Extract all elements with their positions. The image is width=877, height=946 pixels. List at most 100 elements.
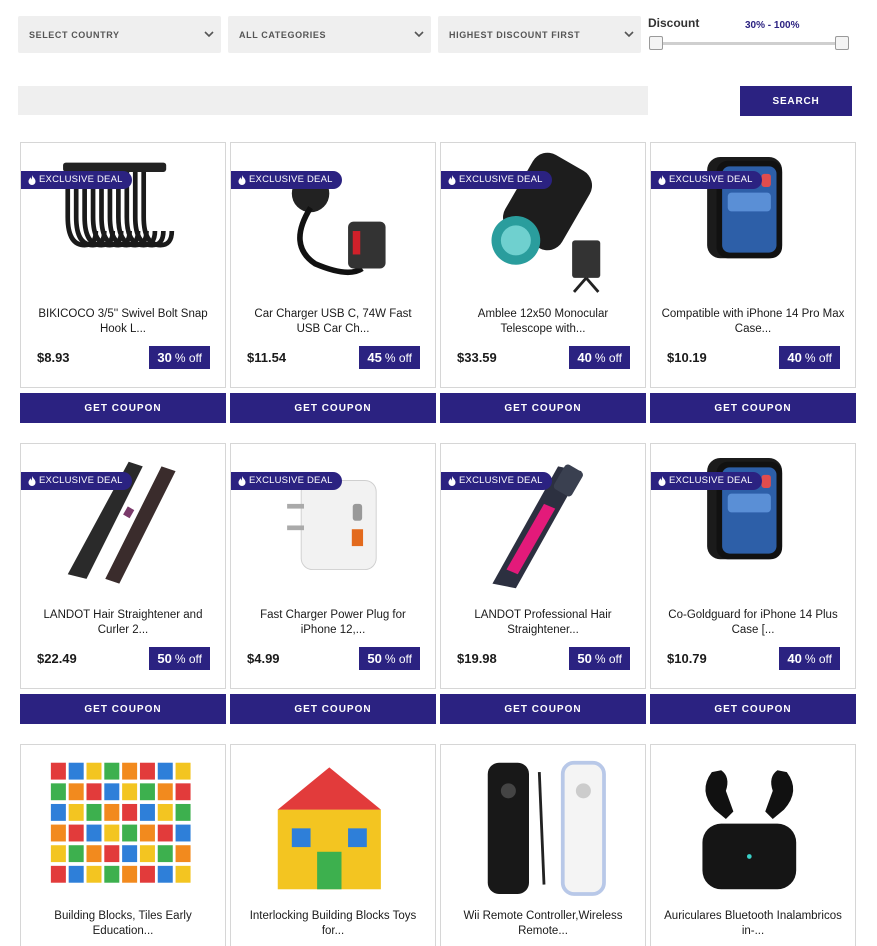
discount-badge: 50 % off	[569, 647, 630, 670]
flame-icon	[658, 175, 666, 185]
product-card-body[interactable]: Wii Remote Controller,Wireless Remote...	[440, 744, 646, 946]
badge-label: EXCLUSIVE DEAL	[459, 475, 543, 486]
badge-label: EXCLUSIVE DEAL	[249, 174, 333, 185]
product-card-body[interactable]: EXCLUSIVE DEAL Fast Charger Power Plug f…	[230, 443, 436, 689]
product-name[interactable]: BIKICOCO 3/5'' Swivel Bolt Snap Hook L..…	[31, 307, 215, 337]
product-price: $33.59	[457, 350, 497, 365]
product-name[interactable]: Compatible with iPhone 14 Pro Max Case..…	[661, 307, 845, 337]
discount-title: Discount	[648, 16, 700, 30]
sort-select[interactable]: HIGHEST DISCOUNT FIRST	[438, 16, 641, 53]
discount-value: 50	[367, 651, 382, 666]
product-price: $4.99	[247, 651, 280, 666]
product-price: $11.54	[247, 350, 287, 365]
product-card: EXCLUSIVE DEAL BIKICOCO 3/5'' Swivel Bol…	[20, 142, 226, 423]
sort-select-label: HIGHEST DISCOUNT FIRST	[449, 29, 581, 40]
category-select[interactable]: ALL CATEGORIES	[228, 16, 431, 53]
product-name[interactable]: Amblee 12x50 Monocular Telescope with...	[451, 307, 635, 337]
product-card-body[interactable]: EXCLUSIVE DEAL LANDOT Hair Straightener …	[20, 443, 226, 689]
product-name[interactable]: Car Charger USB C, 74W Fast USB Car Ch..…	[241, 307, 425, 337]
product-name[interactable]: Interlocking Building Blocks Toys for...	[241, 909, 425, 939]
exclusive-deal-badge: EXCLUSIVE DEAL	[651, 171, 762, 189]
wii-remote-image	[469, 751, 619, 901]
product-card-body[interactable]: Auriculares Bluetooth Inalambricos in-..…	[650, 744, 856, 946]
flame-icon	[658, 476, 666, 486]
exclusive-deal-badge: EXCLUSIVE DEAL	[21, 171, 132, 189]
discount-suffix: % off	[384, 651, 412, 666]
discount-badge: 30 % off	[149, 346, 210, 369]
get-coupon-button[interactable]: GET COUPON	[650, 694, 856, 724]
chevron-down-icon	[414, 31, 424, 38]
product-card: EXCLUSIVE DEAL LANDOT Hair Straightener …	[20, 443, 226, 724]
discount-suffix: % off	[174, 651, 202, 666]
flame-icon	[28, 175, 36, 185]
product-card-body[interactable]: EXCLUSIVE DEAL Compatible with iPhone 14…	[650, 142, 856, 388]
product-name[interactable]: Auriculares Bluetooth Inalambricos in-..…	[661, 909, 845, 939]
discount-suffix: % off	[384, 350, 412, 365]
get-coupon-button[interactable]: GET COUPON	[20, 393, 226, 423]
flame-icon	[28, 476, 36, 486]
product-card-body[interactable]: EXCLUSIVE DEAL BIKICOCO 3/5'' Swivel Bol…	[20, 142, 226, 388]
product-name[interactable]: LANDOT Professional Hair Straightener...	[451, 608, 635, 638]
product-price: $22.49	[37, 651, 77, 666]
product-card-body[interactable]: EXCLUSIVE DEAL Co-Goldguard for iPhone 1…	[650, 443, 856, 689]
product-card-body[interactable]: EXCLUSIVE DEAL Amblee 12x50 Monocular Te…	[440, 142, 646, 388]
product-price: $19.98	[457, 651, 497, 666]
discount-suffix: % off	[594, 651, 622, 666]
badge-label: EXCLUSIVE DEAL	[249, 475, 333, 486]
chevron-down-icon	[624, 31, 634, 38]
get-coupon-button[interactable]: GET COUPON	[440, 694, 646, 724]
product-price: $10.19	[667, 350, 707, 365]
product-card-body[interactable]: EXCLUSIVE DEAL Car Charger USB C, 74W Fa…	[230, 142, 436, 388]
product-card: Interlocking Building Blocks Toys for...	[230, 744, 436, 946]
search-input[interactable]	[18, 86, 648, 115]
discount-badge: 45 % off	[359, 346, 420, 369]
discount-value: 30	[157, 350, 172, 365]
exclusive-deal-badge: EXCLUSIVE DEAL	[21, 472, 132, 490]
get-coupon-button[interactable]: GET COUPON	[230, 393, 436, 423]
product-card-body[interactable]: Interlocking Building Blocks Toys for...	[230, 744, 436, 946]
product-card: Auriculares Bluetooth Inalambricos in-..…	[650, 744, 856, 946]
get-coupon-button[interactable]: GET COUPON	[20, 694, 226, 724]
discount-badge: 40 % off	[779, 647, 840, 670]
get-coupon-button[interactable]: GET COUPON	[230, 694, 436, 724]
search-button[interactable]: SEARCH	[740, 86, 852, 116]
discount-suffix: % off	[804, 651, 832, 666]
exclusive-deal-badge: EXCLUSIVE DEAL	[651, 472, 762, 490]
discount-min-handle[interactable]	[649, 36, 663, 50]
exclusive-deal-badge: EXCLUSIVE DEAL	[231, 171, 342, 189]
product-name[interactable]: LANDOT Hair Straightener and Curler 2...	[31, 608, 215, 638]
product-card: Wii Remote Controller,Wireless Remote...	[440, 744, 646, 946]
category-select-label: ALL CATEGORIES	[239, 29, 327, 40]
flame-icon	[448, 175, 456, 185]
product-card: EXCLUSIVE DEAL Compatible with iPhone 14…	[650, 142, 856, 423]
exclusive-deal-badge: EXCLUSIVE DEAL	[441, 472, 552, 490]
product-price: $10.79	[667, 651, 707, 666]
product-card: EXCLUSIVE DEAL Fast Charger Power Plug f…	[230, 443, 436, 724]
discount-slider-track[interactable]	[656, 42, 842, 45]
product-name[interactable]: Co-Goldguard for iPhone 14 Plus Case [..…	[661, 608, 845, 638]
get-coupon-button[interactable]: GET COUPON	[650, 393, 856, 423]
get-coupon-button[interactable]: GET COUPON	[440, 393, 646, 423]
building-tiles-image	[49, 751, 199, 901]
discount-max-handle[interactable]	[835, 36, 849, 50]
badge-label: EXCLUSIVE DEAL	[669, 174, 753, 185]
discount-suffix: % off	[174, 350, 202, 365]
product-name[interactable]: Building Blocks, Tiles Early Education..…	[31, 909, 215, 939]
product-name[interactable]: Wii Remote Controller,Wireless Remote...	[451, 909, 635, 939]
country-select[interactable]: SELECT COUNTRY	[18, 16, 221, 53]
product-card: Building Blocks, Tiles Early Education..…	[20, 744, 226, 946]
flame-icon	[238, 476, 246, 486]
filter-bar: SELECT COUNTRY ALL CATEGORIES HIGHEST DI…	[18, 16, 641, 53]
badge-label: EXCLUSIVE DEAL	[39, 475, 123, 486]
discount-value: 40	[787, 350, 802, 365]
product-card-body[interactable]: Building Blocks, Tiles Early Education..…	[20, 744, 226, 946]
product-card: EXCLUSIVE DEAL Amblee 12x50 Monocular Te…	[440, 142, 646, 423]
flame-icon	[238, 175, 246, 185]
country-select-label: SELECT COUNTRY	[29, 29, 120, 40]
product-name[interactable]: Fast Charger Power Plug for iPhone 12,..…	[241, 608, 425, 638]
discount-suffix: % off	[594, 350, 622, 365]
product-card-body[interactable]: EXCLUSIVE DEAL LANDOT Professional Hair …	[440, 443, 646, 689]
exclusive-deal-badge: EXCLUSIVE DEAL	[441, 171, 552, 189]
discount-badge: 50 % off	[149, 647, 210, 670]
chevron-down-icon	[204, 31, 214, 38]
